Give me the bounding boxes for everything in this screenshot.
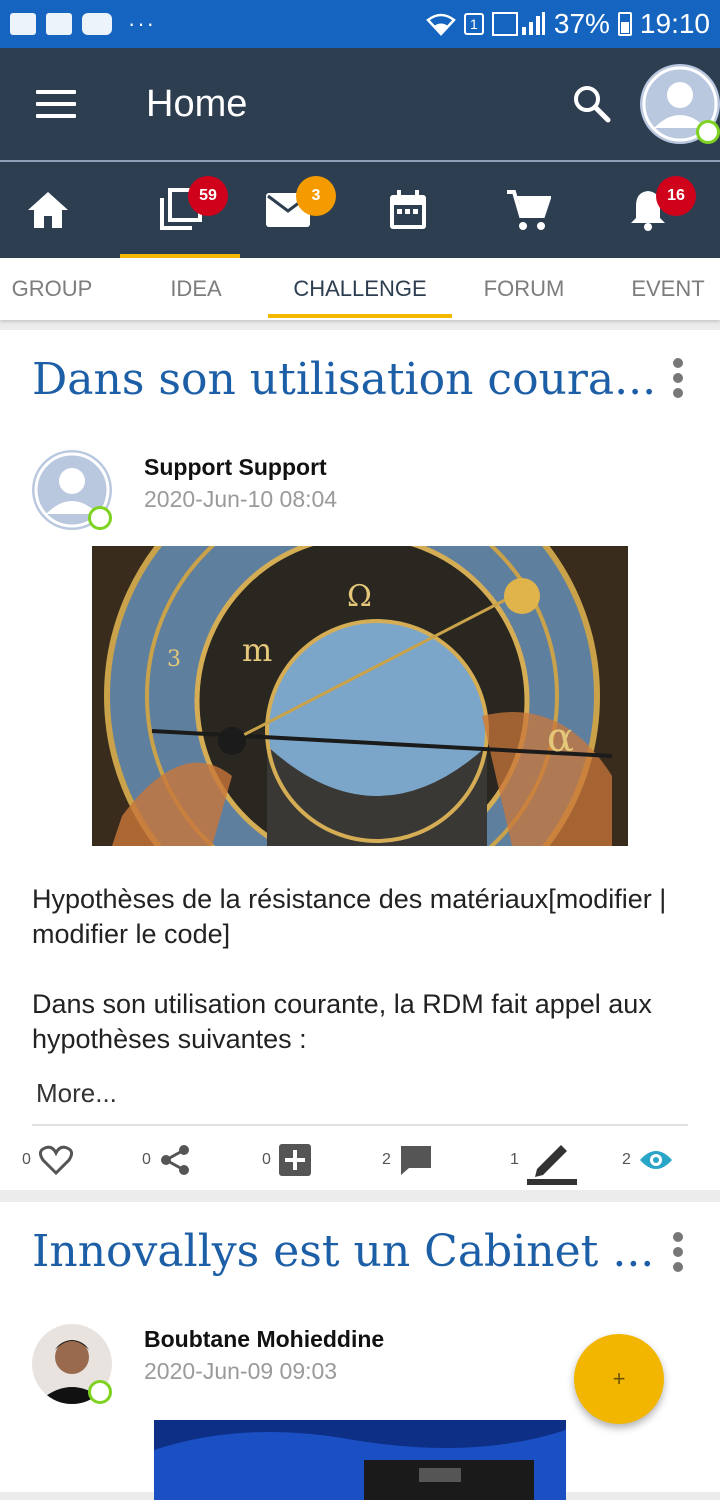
tab-challenge[interactable]: CHALLENGE — [268, 258, 452, 320]
share-action[interactable]: 0 — [142, 1130, 191, 1190]
post-date: 2020-Jun-09 09:03 — [144, 1358, 338, 1384]
add-count: 0 — [262, 1151, 271, 1168]
battery-icon — [617, 12, 632, 36]
gallery-notification-icon — [10, 13, 36, 35]
post-options-icon[interactable] — [668, 1232, 688, 1272]
ideas-badge: 59 — [188, 176, 228, 216]
divider — [32, 1124, 688, 1126]
post-image-graphic — [154, 1420, 566, 1500]
online-status-icon — [88, 1380, 112, 1404]
clock: 19:10 — [639, 8, 710, 39]
app-notification-icon — [46, 13, 72, 35]
like-action[interactable]: 0 — [22, 1130, 73, 1190]
status-bar: ··· 1 37% 19:10 — [0, 0, 720, 48]
menu-icon[interactable] — [36, 90, 76, 118]
post-options-icon[interactable] — [668, 358, 688, 398]
search-icon[interactable] — [570, 82, 614, 126]
nav-messages[interactable]: 3 — [228, 162, 348, 258]
edit-count: 1 — [510, 1151, 519, 1168]
category-tabs: GROUP IDEA CHALLENGE FORUM EVENT — [0, 258, 720, 320]
home-icon — [28, 192, 68, 228]
icon-navigation: 59 3 16 — [0, 162, 720, 258]
add-fab-button[interactable]: + — [574, 1334, 664, 1424]
post-card: Dans son utilisation coura... Support Su… — [0, 330, 720, 1190]
calendar-icon — [390, 190, 426, 229]
notifications-badge: 16 — [656, 176, 696, 216]
clock-illustration: 3 α m Ω — [92, 546, 628, 846]
plus-box-icon — [278, 1144, 311, 1176]
nav-cart[interactable] — [468, 162, 588, 258]
share-count: 0 — [142, 1151, 151, 1168]
share-icon — [160, 1145, 189, 1175]
app-bar: Home — [0, 48, 720, 160]
post-date: 2020-Jun-10 08:04 — [144, 486, 338, 512]
more-link[interactable]: More... — [36, 1078, 117, 1109]
comment-icon — [400, 1146, 431, 1175]
eye-icon — [639, 1151, 672, 1169]
svg-text:m: m — [242, 631, 272, 669]
nav-calendar[interactable] — [348, 162, 468, 258]
online-status-icon — [88, 506, 112, 530]
nav-ideas[interactable]: 59 — [120, 162, 240, 258]
nav-notifications[interactable]: 16 — [588, 162, 708, 258]
edit-action[interactable]: 1 — [510, 1130, 577, 1190]
battery-percent: 37% — [553, 8, 610, 39]
add-action[interactable]: 0 — [262, 1130, 311, 1190]
page-title: Home — [146, 82, 248, 125]
svg-text:Ω: Ω — [347, 579, 372, 614]
pencil-icon — [526, 1145, 577, 1185]
post-image-astronomical-clock[interactable]: 3 α m Ω — [92, 546, 628, 846]
post-title[interactable]: Dans son utilisation coura... — [32, 354, 656, 405]
post-body-heading: Hypothèses de la résistance des matériau… — [32, 884, 667, 949]
cart-icon — [507, 190, 551, 230]
svg-text:3: 3 — [167, 647, 181, 672]
sim-indicator: 1 — [463, 13, 484, 35]
tab-forum[interactable]: FORUM — [472, 258, 576, 320]
tab-group[interactable]: GROUP — [0, 258, 104, 320]
nav-home[interactable] — [0, 162, 108, 258]
post-title[interactable]: Innovallys est un Cabinet ... — [32, 1226, 654, 1277]
author-name[interactable]: Boubtane Mohieddine — [144, 1326, 384, 1353]
tab-event[interactable]: EVENT — [616, 258, 720, 320]
wifi-icon — [426, 13, 456, 36]
signal-icon — [491, 12, 545, 36]
youtube-notification-icon — [82, 13, 112, 35]
post-actions: 0 0 0 2 1 2 — [0, 1130, 720, 1190]
comment-count: 2 — [382, 1151, 391, 1168]
more-notifications-icon: ··· — [128, 11, 156, 36]
post-body: Hypothèses de la résistance des matériau… — [32, 882, 692, 1092]
view-action: 2 — [622, 1130, 673, 1190]
view-count: 2 — [622, 1151, 631, 1168]
online-status-icon — [696, 120, 720, 144]
svg-text:α: α — [547, 715, 574, 761]
like-count: 0 — [22, 1151, 31, 1168]
messages-badge: 3 — [296, 176, 336, 216]
post-body-paragraph: Dans son utilisation courante, la RDM fa… — [32, 989, 652, 1054]
tab-idea[interactable]: IDEA — [144, 258, 248, 320]
post-image[interactable] — [154, 1420, 566, 1500]
comment-action[interactable]: 2 — [382, 1130, 433, 1190]
heart-icon — [38, 1145, 73, 1175]
author-name[interactable]: Support Support — [144, 454, 327, 481]
